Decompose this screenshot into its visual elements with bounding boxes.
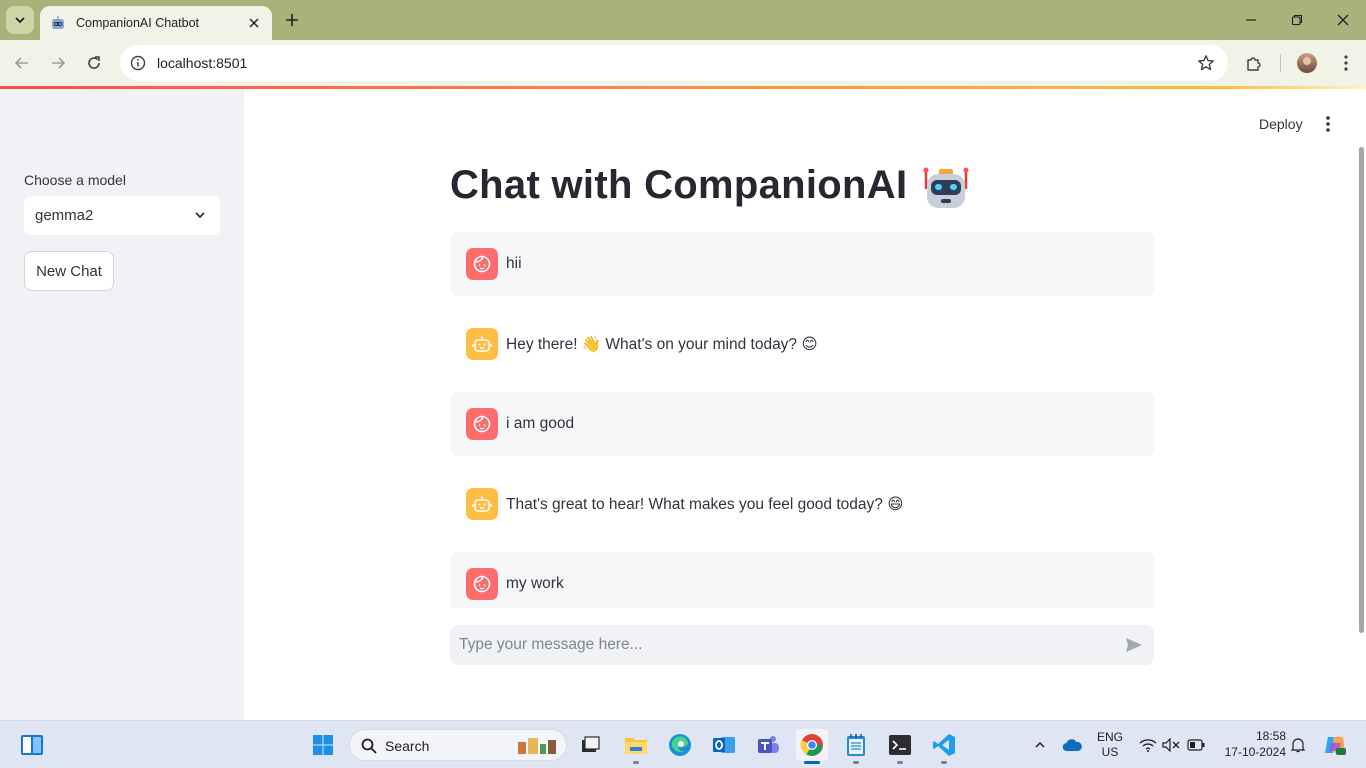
tab-title: CompanionAI Chatbot (76, 16, 199, 30)
chrome-menu-icon[interactable] (1334, 51, 1358, 75)
chat-message-assistant: That's great to hear! What makes you fee… (450, 472, 1154, 536)
extensions-puzzle-icon[interactable] (1242, 51, 1266, 75)
search-highlight-icon (518, 738, 556, 754)
tab-close-icon[interactable] (246, 15, 262, 31)
widgets-icon[interactable] (16, 729, 48, 761)
volume-muted-icon[interactable] (1161, 735, 1181, 755)
notepad-icon[interactable] (840, 729, 872, 764)
terminal-icon[interactable] (884, 729, 916, 764)
copilot-icon[interactable] (1322, 732, 1348, 758)
model-select-value: gemma2 (35, 207, 94, 224)
chat-message-user: i am good (450, 392, 1154, 456)
chat-message-user: my work (450, 552, 1154, 608)
sidebar: Choose a model gemma2 New Chat (0, 89, 244, 720)
user-avatar-face-icon (466, 408, 498, 440)
forward-arrow-icon[interactable] (44, 49, 72, 77)
site-info-icon[interactable] (128, 53, 148, 73)
profile-avatar[interactable] (1297, 53, 1317, 73)
window-close-icon[interactable] (1320, 0, 1366, 40)
new-tab-icon[interactable] (280, 8, 304, 32)
chevron-down-icon (192, 207, 208, 223)
assistant-avatar-robot-icon (466, 488, 498, 520)
robot-favicon-icon (50, 15, 66, 31)
message-text: That's great to hear! What makes you fee… (506, 496, 904, 513)
user-avatar-face-icon (466, 248, 498, 280)
search-label: Search (385, 738, 430, 754)
back-arrow-icon[interactable] (8, 49, 36, 77)
file-explorer-icon[interactable] (620, 729, 652, 764)
page-title: Chat with CompanionAI (450, 163, 908, 207)
minimize-icon[interactable] (1228, 0, 1274, 40)
chrome-icon[interactable] (796, 729, 828, 764)
restore-icon[interactable] (1274, 0, 1320, 40)
message-text: hii (506, 255, 522, 272)
search-icon (360, 737, 378, 755)
chat-history: hii Hey there! 👋 What's on your mind tod… (450, 232, 1154, 608)
new-chat-button[interactable]: New Chat (24, 251, 114, 291)
clock[interactable]: 18:58 17-10-2024 (1216, 729, 1286, 759)
browser-tab[interactable]: CompanionAI Chatbot (40, 6, 272, 40)
message-text: my work (506, 575, 564, 592)
tab-search-button[interactable] (6, 6, 34, 34)
bookmark-star-icon[interactable] (1196, 53, 1216, 73)
assistant-avatar-robot-icon (466, 328, 498, 360)
edge-browser-icon[interactable] (664, 729, 696, 761)
main-content: Deploy Chat with CompanionAI hii Hey the… (244, 89, 1366, 720)
task-view-icon[interactable] (574, 729, 606, 761)
chat-message-user: hii (450, 232, 1154, 296)
model-select[interactable]: gemma2 (24, 196, 220, 235)
url-text: localhost:8501 (157, 55, 248, 71)
language-code: ENG (1096, 730, 1123, 744)
language-indicator[interactable]: ENG US (1094, 730, 1126, 759)
vscode-icon[interactable] (928, 729, 960, 764)
send-icon[interactable] (1124, 635, 1144, 655)
outlook-icon[interactable] (708, 729, 740, 761)
chevron-down-icon (15, 17, 25, 24)
taskbar-search[interactable]: Search (349, 729, 567, 761)
notification-bell-icon[interactable] (1288, 735, 1308, 755)
onedrive-cloud-icon[interactable] (1062, 735, 1082, 755)
message-text: i am good (506, 415, 575, 432)
robot-emoji-icon (923, 167, 969, 208)
address-bar[interactable]: localhost:8501 (120, 45, 1228, 81)
chat-input[interactable] (450, 625, 1100, 665)
toolbar-divider (1280, 54, 1281, 72)
chevron-up-icon[interactable] (1030, 735, 1050, 755)
teams-icon[interactable] (752, 729, 784, 761)
main-menu-icon[interactable] (1318, 113, 1338, 135)
chat-input-container (450, 625, 1154, 665)
browser-toolbar: localhost:8501 (0, 40, 1366, 86)
browser-titlebar: CompanionAI Chatbot (0, 0, 1366, 40)
chat-message-assistant: Hey there! 👋 What's on your mind today? … (450, 312, 1154, 376)
clock-date: 17-10-2024 (1224, 745, 1286, 759)
battery-icon[interactable] (1186, 735, 1206, 755)
wifi-icon[interactable] (1138, 735, 1158, 755)
deploy-button[interactable]: Deploy (1259, 116, 1303, 132)
model-select-label: Choose a model (24, 172, 126, 188)
scrollbar[interactable] (1359, 147, 1364, 633)
user-avatar-face-icon (466, 568, 498, 600)
message-text: Hey there! 👋 What's on your mind today? … (506, 336, 818, 353)
reload-icon[interactable] (80, 49, 108, 77)
clock-time: 18:58 (1255, 729, 1286, 743)
windows-taskbar: Search ENG US 18:58 17-10-2024 (0, 720, 1366, 768)
start-windows-icon[interactable] (307, 729, 339, 761)
keyboard-region: US (1101, 745, 1119, 759)
